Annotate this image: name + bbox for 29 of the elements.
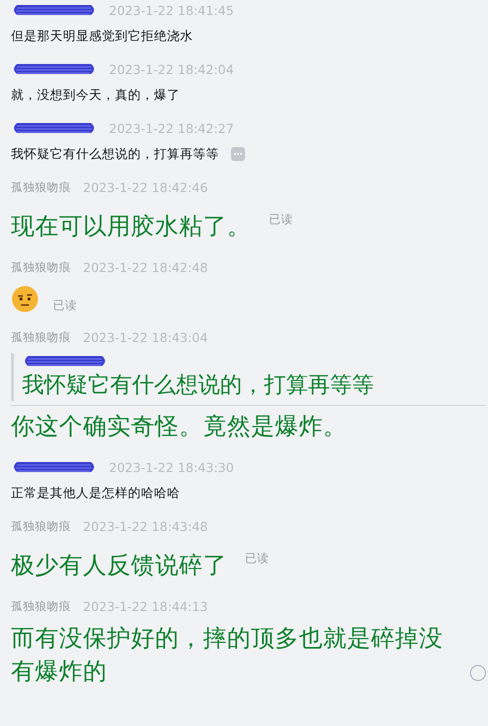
timestamp: 2023-1-22 18:43:04 [83, 330, 208, 344]
more-icon[interactable] [231, 147, 245, 161]
timestamp: 2023-1-22 18:42:46 [83, 180, 208, 194]
timestamp: 2023-1-22 18:41:45 [109, 2, 234, 18]
message-text: 而有没保护好的，摔的顶多也就是碎掉没有爆炸的 [11, 623, 444, 687]
timestamp: 2023-1-22 18:42:27 [109, 120, 234, 136]
quoted-text: 我怀疑它有什么想说的，打算再等等 [22, 372, 375, 400]
message-text: 正常是其他人是怎样的哈哈哈 [11, 484, 180, 502]
message-text: 我怀疑它有什么想说的，打算再等等 [11, 145, 219, 163]
sender-name: 孤独狼吻痕 [11, 518, 71, 534]
sending-status-icon [470, 665, 486, 681]
message-text: 就，没想到今天，真的，爆了 [11, 86, 180, 104]
timestamp: 2023-1-22 18:43:30 [109, 460, 234, 474]
message-text: 现在可以用胶水粘了。 [11, 211, 251, 242]
message-text: 你这个确实奇怪。竟然是爆炸。 [11, 411, 347, 442]
timestamp: 2023-1-22 18:42:48 [83, 260, 208, 274]
timestamp: 2023-1-22 18:43:48 [83, 518, 208, 534]
read-receipt: 已读 [269, 211, 293, 228]
message-text: 但是那天明显感觉到它拒绝浇水 [11, 27, 193, 45]
emoji-face-icon [11, 285, 39, 313]
read-receipt: 已读 [53, 298, 77, 313]
timestamp: 2023-1-22 18:42:04 [109, 62, 234, 76]
sender-name: 孤独狼吻痕 [11, 260, 71, 274]
sender-name: 孤独狼吻痕 [11, 598, 71, 614]
sender-name: 孤独狼吻痕 [11, 330, 71, 344]
read-receipt: 已读 [245, 550, 269, 567]
message-text: 极少有人反馈说碎了 [11, 550, 227, 581]
timestamp: 2023-1-22 18:44:13 [83, 598, 208, 614]
sender-name: 孤独狼吻痕 [11, 180, 71, 194]
